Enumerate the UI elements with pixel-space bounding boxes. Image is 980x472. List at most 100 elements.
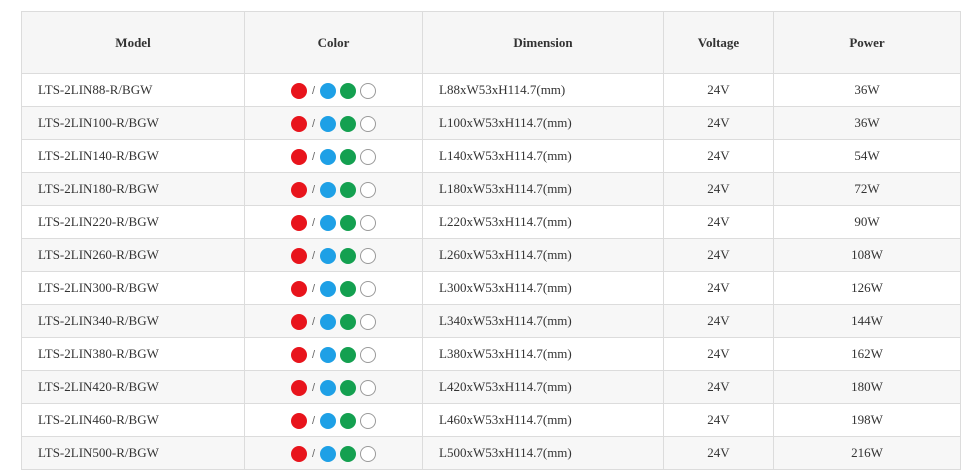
voltage-cell: 24V	[663, 172, 774, 206]
model-cell: LTS-2LIN180-R/BGW	[21, 172, 245, 206]
swatch-separator: /	[311, 282, 316, 295]
model-cell: LTS-2LIN420-R/BGW	[21, 370, 245, 404]
power-cell: 198W	[773, 403, 961, 437]
green-swatch-icon	[340, 346, 357, 363]
table-row: LTS-2LIN140-R/BGW / L140xW53xH114.7(mm) 24V…	[21, 139, 961, 173]
model-cell: LTS-2LIN220-R/BGW	[21, 205, 245, 239]
model-cell: LTS-2LIN88-R/BGW	[21, 73, 245, 107]
power-cell: 144W	[773, 304, 961, 338]
model-cell: LTS-2LIN500-R/BGW	[21, 436, 245, 470]
color-swatches: /	[290, 280, 377, 297]
dimension-cell: L260xW53xH114.7(mm)	[422, 238, 664, 272]
voltage-cell: 24V	[663, 238, 774, 272]
swatch-separator: /	[311, 249, 316, 262]
green-swatch-icon	[340, 214, 357, 231]
table-row: LTS-2LIN220-R/BGW / L220xW53xH114.7(mm) 24V…	[21, 205, 961, 239]
white-swatch-icon	[360, 82, 377, 99]
color-swatches: /	[290, 412, 377, 429]
color-swatches: /	[290, 445, 377, 462]
power-cell: 180W	[773, 370, 961, 404]
red-swatch-icon	[290, 412, 307, 429]
green-swatch-icon	[340, 115, 357, 132]
color-cell: /	[244, 106, 423, 140]
green-swatch-icon	[340, 445, 357, 462]
power-cell: 36W	[773, 73, 961, 107]
white-swatch-icon	[360, 412, 377, 429]
table-row: LTS-2LIN340-R/BGW / L340xW53xH114.7(mm) 24V…	[21, 304, 961, 338]
dimension-cell: L88xW53xH114.7(mm)	[422, 73, 664, 107]
dimension-cell: L380xW53xH114.7(mm)	[422, 337, 664, 371]
white-swatch-icon	[360, 313, 377, 330]
power-cell: 126W	[773, 271, 961, 305]
swatch-separator: /	[311, 381, 316, 394]
red-swatch-icon	[290, 82, 307, 99]
table-row: LTS-2LIN420-R/BGW / L420xW53xH114.7(mm) 24V…	[21, 370, 961, 404]
color-swatches: /	[290, 346, 377, 363]
table-row: LTS-2LIN88-R/BGW / L88xW53xH114.7(mm) 24V 36…	[21, 73, 961, 107]
green-swatch-icon	[340, 148, 357, 165]
color-cell: /	[244, 337, 423, 371]
color-cell: /	[244, 73, 423, 107]
white-swatch-icon	[360, 346, 377, 363]
swatch-separator: /	[311, 414, 316, 427]
model-cell: LTS-2LIN300-R/BGW	[21, 271, 245, 305]
blue-swatch-icon	[320, 346, 337, 363]
white-swatch-icon	[360, 280, 377, 297]
voltage-cell: 24V	[663, 403, 774, 437]
color-swatches: /	[290, 82, 377, 99]
color-swatches: /	[290, 181, 377, 198]
dimension-cell: L100xW53xH114.7(mm)	[422, 106, 664, 140]
model-cell: LTS-2LIN100-R/BGW	[21, 106, 245, 140]
blue-swatch-icon	[320, 247, 337, 264]
dimension-cell: L340xW53xH114.7(mm)	[422, 304, 664, 338]
green-swatch-icon	[340, 313, 357, 330]
red-swatch-icon	[290, 214, 307, 231]
red-swatch-icon	[290, 247, 307, 264]
table-row: LTS-2LIN100-R/BGW / L100xW53xH114.7(mm) 24V…	[21, 106, 961, 140]
color-cell: /	[244, 238, 423, 272]
color-swatches: /	[290, 115, 377, 132]
green-swatch-icon	[340, 412, 357, 429]
model-cell: LTS-2LIN340-R/BGW	[21, 304, 245, 338]
dimension-cell: L180xW53xH114.7(mm)	[422, 172, 664, 206]
swatch-separator: /	[311, 150, 316, 163]
voltage-cell: 24V	[663, 106, 774, 140]
white-swatch-icon	[360, 445, 377, 462]
green-swatch-icon	[340, 247, 357, 264]
header-dimension: Dimension	[422, 11, 664, 74]
blue-swatch-icon	[320, 445, 337, 462]
swatch-separator: /	[311, 315, 316, 328]
swatch-separator: /	[311, 348, 316, 361]
table-body: LTS-2LIN88-R/BGW / L88xW53xH114.7(mm) 24V 36…	[21, 73, 961, 470]
white-swatch-icon	[360, 181, 377, 198]
voltage-cell: 24V	[663, 139, 774, 173]
table-header: Model Color Dimension Voltage Power	[21, 11, 961, 74]
voltage-cell: 24V	[663, 271, 774, 305]
table-row: LTS-2LIN260-R/BGW / L260xW53xH114.7(mm) 24V…	[21, 238, 961, 272]
dimension-cell: L300xW53xH114.7(mm)	[422, 271, 664, 305]
dimension-cell: L420xW53xH114.7(mm)	[422, 370, 664, 404]
green-swatch-icon	[340, 280, 357, 297]
voltage-cell: 24V	[663, 205, 774, 239]
header-power: Power	[773, 11, 961, 74]
table-row: LTS-2LIN500-R/BGW / L500xW53xH114.7(mm) 24V…	[21, 436, 961, 470]
green-swatch-icon	[340, 82, 357, 99]
blue-swatch-icon	[320, 181, 337, 198]
color-swatches: /	[290, 214, 377, 231]
spec-table: Model Color Dimension Voltage Power LTS-…	[21, 11, 961, 470]
color-cell: /	[244, 172, 423, 206]
red-swatch-icon	[290, 280, 307, 297]
model-cell: LTS-2LIN140-R/BGW	[21, 139, 245, 173]
white-swatch-icon	[360, 148, 377, 165]
swatch-separator: /	[311, 216, 316, 229]
model-cell: LTS-2LIN380-R/BGW	[21, 337, 245, 371]
blue-swatch-icon	[320, 412, 337, 429]
color-cell: /	[244, 271, 423, 305]
color-swatches: /	[290, 247, 377, 264]
blue-swatch-icon	[320, 313, 337, 330]
table-row: LTS-2LIN180-R/BGW / L180xW53xH114.7(mm) 24V…	[21, 172, 961, 206]
voltage-cell: 24V	[663, 337, 774, 371]
table-row: LTS-2LIN300-R/BGW / L300xW53xH114.7(mm) 24V…	[21, 271, 961, 305]
model-cell: LTS-2LIN260-R/BGW	[21, 238, 245, 272]
color-cell: /	[244, 403, 423, 437]
